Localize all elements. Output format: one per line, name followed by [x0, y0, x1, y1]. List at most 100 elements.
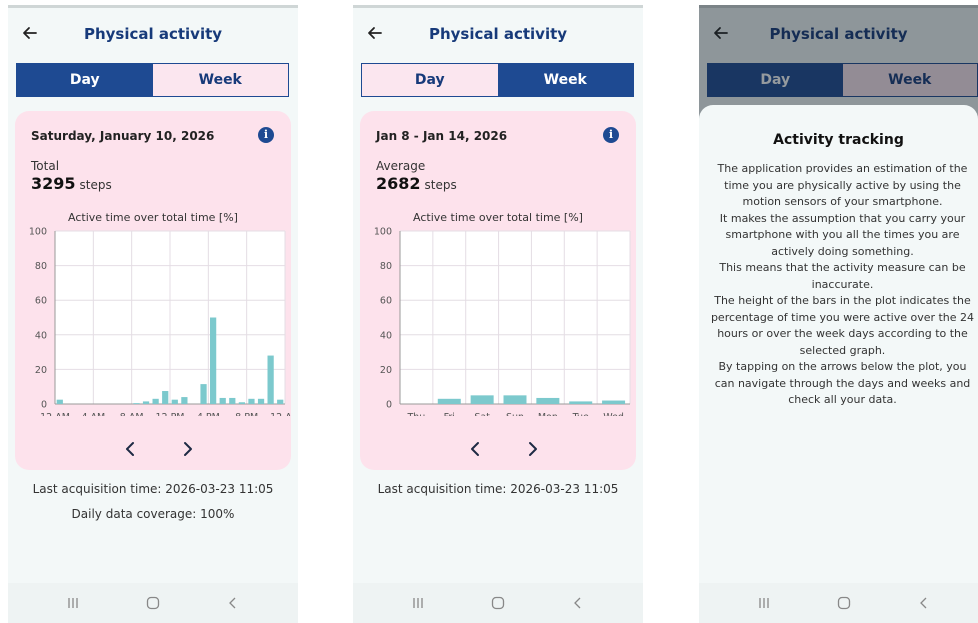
- chevron-left-icon[interactable]: [464, 437, 488, 461]
- period-toggle: Day Week: [16, 63, 289, 97]
- app-header: Physical activity: [8, 17, 298, 53]
- bar: [536, 397, 560, 404]
- sheet-paragraph: It makes the assumption that you carry y…: [719, 211, 966, 258]
- y-tick-label: 60: [35, 296, 47, 307]
- x-tick-label: 4 PM: [197, 412, 220, 416]
- x-tick-label: Fri: [444, 412, 455, 416]
- app-header: Physical activity: [353, 17, 643, 53]
- chevron-left-icon[interactable]: [119, 437, 143, 461]
- bar: [171, 399, 178, 404]
- x-tick-label: Sun: [506, 412, 524, 416]
- steps-unit: steps: [79, 178, 112, 192]
- last-acquisition-time: Last acquisition time: 2026-03-23 11:05: [32, 482, 274, 496]
- bar: [133, 403, 140, 404]
- steps-average: 2682 steps: [376, 174, 457, 193]
- x-tick-label: 12 AM: [40, 412, 70, 416]
- bar: [248, 398, 255, 404]
- tab-week[interactable]: Week: [497, 64, 633, 96]
- x-tick-label: 4 AM: [81, 412, 105, 416]
- weekly-activity-chart: 0 20 40 60 80 100 Thu Fri Sat Sun Mon Tue Wed: [374, 227, 631, 416]
- sheet-paragraph: The height of the bars in the plot indic…: [710, 294, 975, 357]
- info-bottom-sheet: Activity tracking The application provid…: [699, 105, 978, 583]
- sheet-body: The application provides an estimation o…: [709, 161, 976, 409]
- info-icon[interactable]: i: [258, 127, 274, 143]
- status-strip: [353, 5, 643, 8]
- bar: [142, 401, 150, 404]
- x-tick-label: 8 PM: [235, 412, 258, 416]
- bar: [267, 355, 274, 404]
- home-icon[interactable]: [143, 593, 163, 613]
- bar: [602, 400, 626, 404]
- home-icon[interactable]: [488, 593, 508, 613]
- system-back-icon[interactable]: [568, 593, 588, 613]
- y-tick-label: 100: [29, 227, 47, 238]
- system-navbar: [699, 583, 978, 623]
- date-range-label: Jan 8 - Jan 14, 2026: [376, 129, 508, 143]
- y-tick-label: 60: [380, 296, 392, 307]
- system-navbar: [353, 583, 643, 623]
- steps-value: 2682: [376, 174, 421, 193]
- chart-navigation: [360, 437, 636, 461]
- bar: [257, 398, 265, 404]
- daily-coverage: Daily data coverage: 100%: [71, 507, 235, 521]
- y-tick-label: 0: [41, 400, 47, 411]
- tab-week[interactable]: Week: [152, 64, 288, 96]
- tab-day[interactable]: Day: [362, 64, 498, 96]
- y-tick-label: 40: [380, 330, 392, 341]
- screen-day: Physical activity Day Week Saturday, Jan…: [8, 5, 298, 623]
- bar: [210, 317, 217, 404]
- system-navbar: [8, 583, 298, 623]
- steps-unit: steps: [424, 178, 457, 192]
- chart-navigation: [15, 437, 291, 461]
- y-tick-label: 20: [380, 365, 392, 376]
- system-back-icon[interactable]: [914, 593, 934, 613]
- x-tick-label: Mon: [538, 412, 558, 416]
- hourly-activity-chart: 0 20 40 60 80 100 12 AM 4 AM 8 AM 12 PM 4 PM 8 PM 12…: [29, 227, 291, 417]
- steps-total: 3295 steps: [31, 174, 112, 193]
- bar: [200, 384, 207, 404]
- info-icon[interactable]: i: [603, 127, 619, 143]
- steps-value: 3295: [31, 174, 76, 193]
- chevron-right-icon[interactable]: [520, 437, 544, 461]
- bar: [277, 399, 284, 404]
- bar: [181, 397, 188, 404]
- chevron-right-icon[interactable]: [175, 437, 199, 461]
- y-tick-label: 80: [35, 261, 47, 272]
- activity-card: Jan 8 - Jan 14, 2026 i Average 2682 steps…: [360, 111, 636, 470]
- bar: [219, 397, 226, 404]
- system-back-icon[interactable]: [223, 593, 243, 613]
- bar: [229, 397, 236, 404]
- period-toggle: Day Week: [361, 63, 634, 97]
- page-title: Physical activity: [83, 25, 223, 43]
- x-tick-label: 12 AM: [270, 412, 291, 416]
- page-title: Physical activity: [428, 25, 568, 43]
- last-acquisition-time: Last acquisition time: 2026-03-23 11:05: [377, 482, 619, 496]
- stat-label: Total: [31, 159, 60, 173]
- x-tick-label: Thu: [406, 412, 425, 416]
- recent-apps-icon[interactable]: [754, 593, 774, 613]
- x-tick-label: Sat: [474, 412, 490, 416]
- home-icon[interactable]: [834, 593, 854, 613]
- sheet-title: Activity tracking: [773, 132, 904, 148]
- y-tick-label: 40: [35, 330, 47, 341]
- stat-label: Average: [376, 159, 426, 173]
- tab-day[interactable]: Day: [17, 64, 153, 96]
- bar: [437, 398, 461, 404]
- screen-week: Physical activity Day Week Jan 8 - Jan 1…: [353, 5, 643, 623]
- status-strip: [8, 5, 298, 8]
- bar: [503, 395, 527, 404]
- x-tick-label: 8 AM: [120, 412, 144, 416]
- x-tick-label: 12 PM: [155, 412, 184, 416]
- plot-area: [400, 231, 630, 404]
- recent-apps-icon[interactable]: [63, 593, 83, 613]
- bar: [569, 401, 593, 404]
- screen-info: Physical activity Day Week Activity trac…: [699, 5, 978, 623]
- bar: [152, 398, 159, 404]
- y-tick-label: 20: [35, 365, 47, 376]
- bar: [470, 395, 494, 404]
- bar: [56, 399, 63, 404]
- date-label: Saturday, January 10, 2026: [31, 129, 215, 143]
- x-tick-label: Tue: [572, 412, 589, 416]
- sheet-paragraph: By tapping on the arrows below the plot,…: [714, 360, 971, 406]
- recent-apps-icon[interactable]: [408, 593, 428, 613]
